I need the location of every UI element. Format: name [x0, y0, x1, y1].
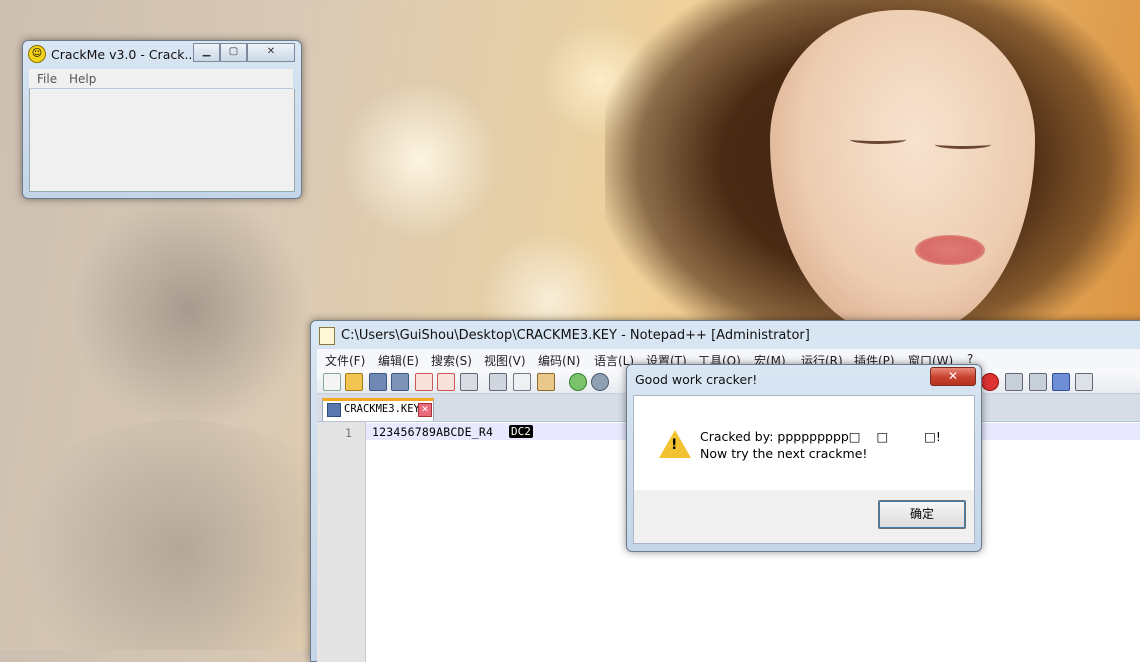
save-all-icon[interactable] — [391, 373, 409, 391]
dialog-close-button[interactable]: ✕ — [930, 367, 976, 386]
wallpaper-bokeh — [340, 80, 500, 240]
dialog-footer: 确定 — [633, 490, 975, 544]
dialog-body: ! Cracked by: ppppppppp□ □ □! Now try th… — [633, 395, 975, 491]
menu-encoding[interactable]: 编码(N) — [538, 352, 580, 369]
saved-file-icon — [327, 403, 341, 417]
open-folder-icon[interactable] — [345, 373, 363, 391]
wallpaper-eye — [850, 135, 906, 144]
tab-crackme3-key[interactable]: CRACKME3.KEY ✕ — [322, 398, 434, 422]
wallpaper-eye — [935, 140, 991, 149]
print-icon[interactable] — [460, 373, 478, 391]
close-all-icon[interactable] — [437, 373, 455, 391]
notepadpp-title: C:\Users\GuiShou\Desktop\CRACKME3.KEY - … — [341, 328, 810, 343]
save-macro-icon[interactable] — [1075, 373, 1093, 391]
notepad-app-icon — [319, 327, 335, 345]
maximize-button[interactable]: ▢ — [220, 43, 247, 62]
tab-label: CRACKME3.KEY — [344, 403, 420, 415]
menu-file[interactable]: File — [37, 72, 57, 86]
crackme-title: CrackMe v3.0 - Crack... — [51, 47, 197, 62]
selected-text: DC2 — [509, 425, 533, 438]
paste-icon[interactable] — [537, 373, 555, 391]
cut-icon[interactable] — [489, 373, 507, 391]
tab-close-icon[interactable]: ✕ — [418, 403, 432, 417]
dialog-message-line1: Cracked by: ppppppppp□ □ □! — [700, 429, 941, 444]
redo-icon[interactable] — [591, 373, 609, 391]
menu-search[interactable]: 搜索(S) — [431, 352, 472, 369]
run-macro-multiple-icon[interactable] — [1052, 373, 1070, 391]
crackme-window[interactable]: ☺ CrackMe v3.0 - Crack... ▁ ▢ ✕ File Hel… — [22, 40, 302, 199]
menu-file[interactable]: 文件(F) — [325, 352, 365, 369]
wallpaper-bokeh — [70, 190, 310, 430]
message-dialog[interactable]: Good work cracker! ✕ ! Cracked by: ppppp… — [626, 364, 982, 552]
line-number: 1 — [345, 426, 352, 440]
crackme-menubar: File Help — [29, 69, 293, 89]
copy-icon[interactable] — [513, 373, 531, 391]
close-file-icon[interactable] — [415, 373, 433, 391]
wallpaper-bokeh — [0, 420, 360, 650]
editor-line-text: 123456789ABCDE_R4 — [372, 425, 494, 439]
smiley-app-icon: ☺ — [28, 45, 46, 63]
line-number-gutter: 1 — [317, 422, 366, 662]
wallpaper-lips — [915, 235, 985, 265]
save-icon[interactable] — [369, 373, 387, 391]
menu-edit[interactable]: 编辑(E) — [378, 352, 419, 369]
dialog-title: Good work cracker! — [635, 372, 758, 387]
ok-button[interactable]: 确定 — [878, 500, 966, 529]
new-file-icon[interactable] — [323, 373, 341, 391]
minimize-button[interactable]: ▁ — [193, 43, 220, 62]
play-macro-icon[interactable] — [1029, 373, 1047, 391]
warning-icon: ! — [659, 430, 691, 458]
record-macro-icon[interactable] — [981, 373, 999, 391]
stop-macro-icon[interactable] — [1005, 373, 1023, 391]
menu-view[interactable]: 视图(V) — [484, 352, 526, 369]
close-button[interactable]: ✕ — [247, 43, 295, 62]
menu-help[interactable]: Help — [69, 72, 96, 86]
undo-icon[interactable] — [569, 373, 587, 391]
dialog-message-line2: Now try the next crackme! — [700, 446, 868, 461]
crackme-client-area — [29, 89, 295, 192]
